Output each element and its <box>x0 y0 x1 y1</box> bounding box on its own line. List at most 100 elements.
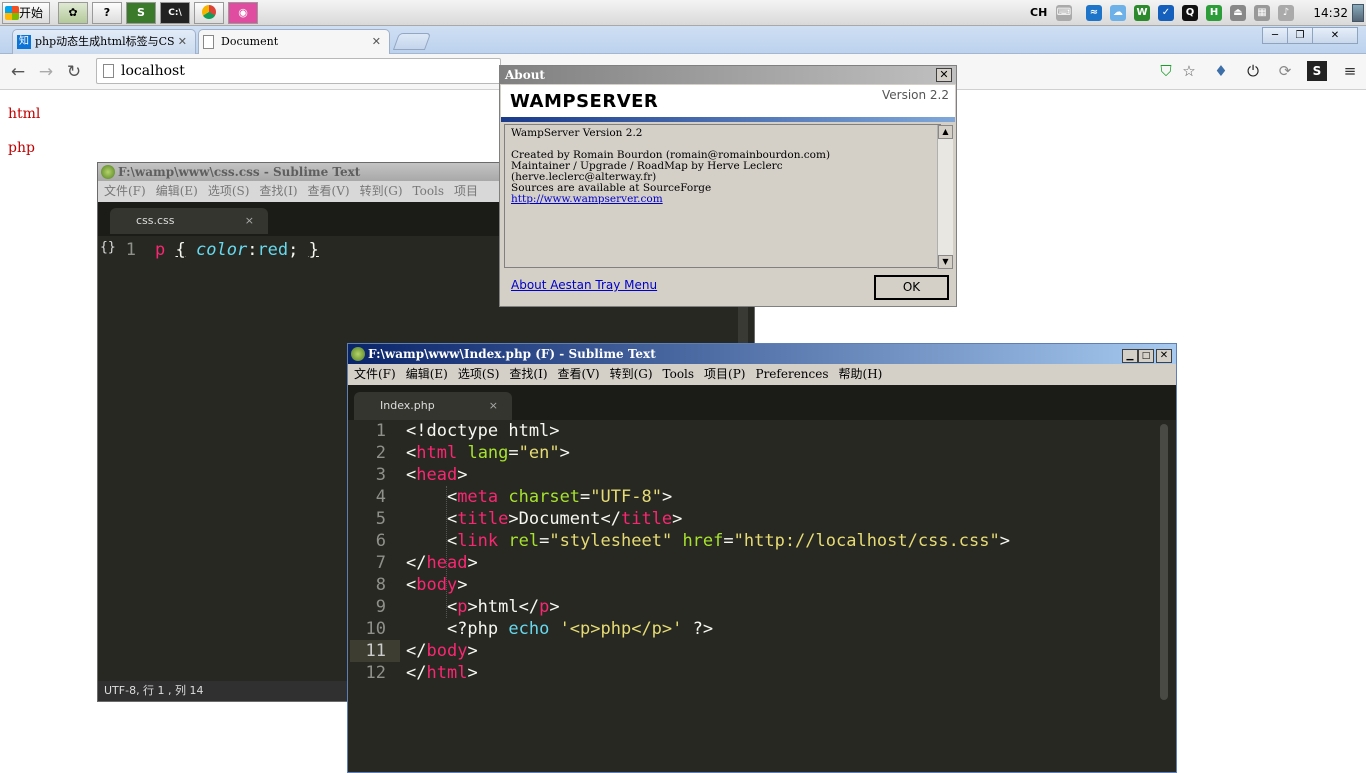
sync-extension-icon[interactable]: ⟳ <box>1275 61 1295 81</box>
wampserver-link[interactable]: http://www.wampserver.com <box>511 193 663 205</box>
page-icon <box>103 64 114 78</box>
menu-selection[interactable]: 选项(S) <box>208 184 250 198</box>
line-number: 9 <box>375 597 386 617</box>
media-icon[interactable]: ◉ <box>228 2 258 24</box>
help-icon[interactable]: ? <box>92 2 122 24</box>
menu-selection[interactable]: 选项(S) <box>458 367 500 381</box>
window-title: F:\wamp\www\Index.php (F) - Sublime Text <box>348 344 1176 364</box>
line-number: 8 <box>375 575 386 595</box>
close-tab-icon[interactable]: × <box>489 392 498 420</box>
menu-project[interactable]: 项目 <box>454 184 478 198</box>
ime-indicator[interactable]: CH <box>1030 0 1047 26</box>
line-number: 7 <box>375 553 386 573</box>
network-icon[interactable]: ≈ <box>1086 5 1102 21</box>
new-tab-button[interactable] <box>392 33 432 50</box>
version-label: Version 2.2 <box>881 88 949 102</box>
editor-tab-css[interactable]: css.css × <box>110 208 268 234</box>
network-status-icon[interactable]: ▦ <box>1254 5 1270 21</box>
css-code-line[interactable]: p { color:red; } <box>155 239 319 261</box>
tab-bar: Index.php × <box>348 385 1176 420</box>
about-tray-menu-link[interactable]: About Aestan Tray Menu <box>511 278 657 292</box>
chrome-menu-icon[interactable]: ≡ <box>1340 61 1360 81</box>
close-icon[interactable]: ✕ <box>936 68 952 82</box>
menu-view[interactable]: 查看(V) <box>558 367 600 381</box>
start-button[interactable]: 开始 <box>2 2 50 24</box>
browser-tab-document[interactable]: Document ✕ <box>198 29 390 54</box>
php-code[interactable]: <!doctype html> <html lang="en"> <head> <m… <box>406 420 1010 684</box>
menu-help[interactable]: 帮助(H) <box>839 367 883 381</box>
menu-view[interactable]: 查看(V) <box>308 184 350 198</box>
fold-icon: {} <box>100 240 116 255</box>
editor-tab-index[interactable]: Index.php × <box>354 392 512 420</box>
line-number: 5 <box>375 509 386 529</box>
menu-find[interactable]: 查找(I) <box>509 367 547 381</box>
menu-file[interactable]: 文件(F) <box>104 184 146 198</box>
ok-button[interactable]: OK <box>874 275 949 300</box>
close-tab-icon[interactable]: × <box>245 208 254 234</box>
menu-tools[interactable]: Tools <box>413 184 445 198</box>
chrome-icon[interactable] <box>194 2 224 24</box>
usb-icon[interactable]: ⏏ <box>1230 5 1246 21</box>
indent-guide <box>446 486 447 618</box>
sublime-window-php[interactable]: F:\wamp\www\Index.php (F) - Sublime Text… <box>347 343 1177 773</box>
show-desktop-button[interactable] <box>1352 4 1364 22</box>
menu-preferences[interactable]: Preferences <box>756 367 829 381</box>
reload-icon[interactable]: ↻ <box>64 62 84 82</box>
menu-file[interactable]: 文件(F) <box>354 367 396 381</box>
menu-goto[interactable]: 转到(G) <box>610 367 653 381</box>
about-dialog[interactable]: About ✕ WAMPSERVER Version 2.2 WampServe… <box>499 65 957 307</box>
cloud-icon[interactable]: ☁ <box>1110 5 1126 21</box>
shield-extension-icon[interactable]: ⛉ <box>1156 61 1176 81</box>
maximize-button[interactable]: □ <box>1138 349 1154 363</box>
check-tray-icon[interactable]: ✓ <box>1158 5 1174 21</box>
scrollbar[interactable]: ▲ ▼ <box>937 125 953 269</box>
wamp-tray-icon[interactable]: W <box>1134 5 1150 21</box>
close-tab-icon[interactable]: ✕ <box>372 30 381 54</box>
forward-arrow-icon[interactable]: → <box>36 62 56 82</box>
minimize-button[interactable]: ─ <box>1262 27 1288 44</box>
close-tab-icon[interactable]: ✕ <box>178 30 187 54</box>
drop-extension-icon[interactable]: ♦ <box>1211 61 1231 81</box>
clock[interactable]: 14:32 <box>1313 0 1348 26</box>
menu-find[interactable]: 查找(I) <box>259 184 297 198</box>
menu-bar: 文件(F) 编辑(E) 选项(S) 查找(I) 查看(V) 转到(G) Tools 项目(P)… <box>348 364 1176 385</box>
bookmark-star-icon[interactable]: ☆ <box>1179 61 1199 81</box>
power-extension-icon[interactable]: ⏻ <box>1243 61 1263 81</box>
menu-edit[interactable]: 编辑(E) <box>406 367 448 381</box>
menu-project[interactable]: 项目(P) <box>704 367 745 381</box>
sublime-app-icon <box>101 165 115 179</box>
h-app-icon[interactable]: H <box>1206 5 1222 21</box>
menu-edit[interactable]: 编辑(E) <box>156 184 198 198</box>
volume-icon[interactable]: ♪ <box>1278 5 1294 21</box>
window-controls: ▁ □ ✕ <box>1122 347 1172 363</box>
sublime-taskbar-icon[interactable]: S <box>126 2 156 24</box>
minimize-button[interactable]: ▁ <box>1122 349 1138 363</box>
close-window-button[interactable]: ✕ <box>1156 349 1172 363</box>
line-number: 10 <box>365 619 386 639</box>
address-text: localhost <box>121 63 185 79</box>
line-number: 1 <box>375 421 386 441</box>
browser-tab-zhihu[interactable]: 知 php动态生成html标签与CS ✕ <box>12 29 196 54</box>
window-controls: ─ ❐ ✕ <box>1262 27 1358 44</box>
tab-title: Document <box>221 35 279 48</box>
dialog-title: About <box>500 66 956 84</box>
about-textbox[interactable]: WampServer Version 2.2 Created by Romain… <box>504 124 941 268</box>
dialog-header: WAMPSERVER Version 2.2 <box>501 85 955 120</box>
close-window-button[interactable]: ✕ <box>1312 27 1358 44</box>
back-arrow-icon[interactable]: ← <box>8 62 28 82</box>
sublime-extension-icon[interactable]: S <box>1307 61 1327 81</box>
line-number: 4 <box>375 487 386 507</box>
app-launcher-icon[interactable]: ✿ <box>58 2 88 24</box>
header-band <box>501 117 955 122</box>
cmd-icon[interactable]: C:\ <box>160 2 190 24</box>
line-number: 11 <box>365 641 386 661</box>
scrollbar[interactable] <box>1160 424 1168 700</box>
line-number: 12 <box>365 663 386 683</box>
restore-button[interactable]: ❐ <box>1287 27 1313 44</box>
menu-goto[interactable]: 转到(G) <box>360 184 403 198</box>
start-label: 开始 <box>19 6 44 20</box>
address-bar[interactable]: localhost <box>96 58 501 84</box>
keyboard-icon[interactable]: ⌨ <box>1056 5 1072 21</box>
qq-icon[interactable]: Q <box>1182 5 1198 21</box>
menu-tools[interactable]: Tools <box>663 367 695 381</box>
